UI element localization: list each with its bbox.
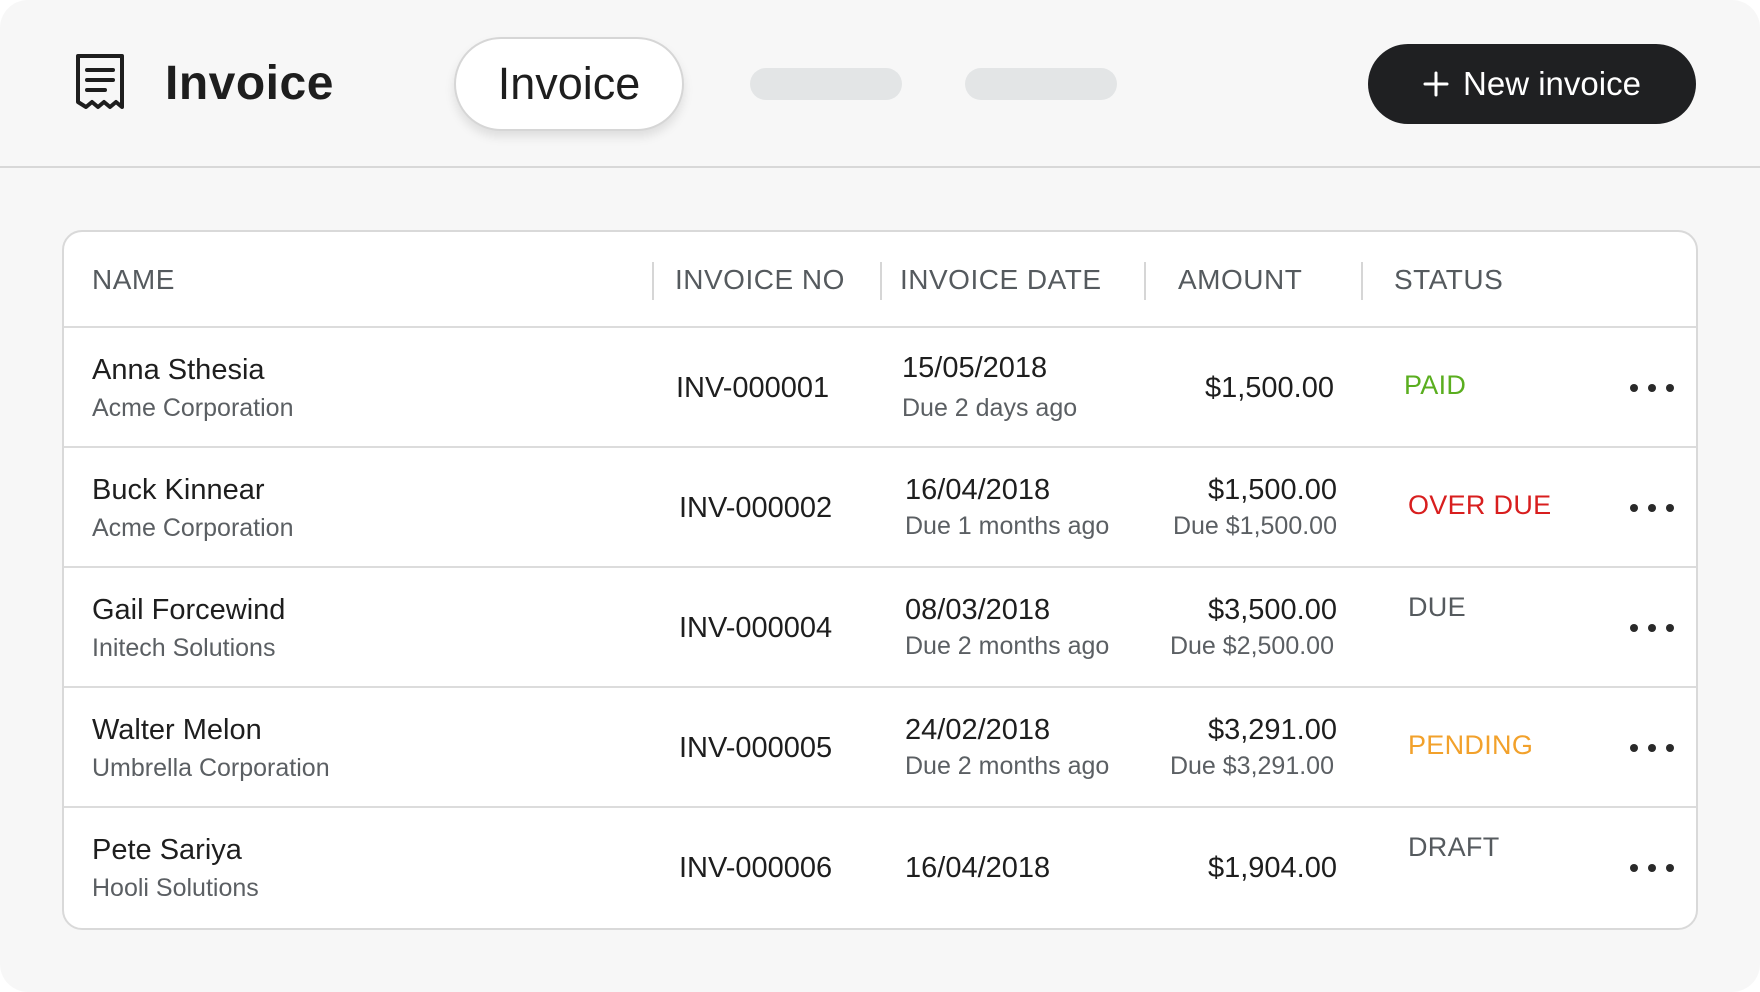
invoice-number: INV-000001	[676, 372, 830, 404]
page-title: Invoice	[165, 57, 334, 110]
row-actions-button[interactable]	[1630, 496, 1674, 520]
invoice-amount-due: Due $2,500.00	[1169, 632, 1334, 660]
customer-company: Hooli Solutions	[92, 874, 259, 902]
tab-placeholder-2[interactable]	[965, 68, 1117, 100]
invoice-number: INV-000002	[679, 492, 833, 524]
tab-invoice[interactable]: Invoice	[454, 37, 684, 131]
invoice-date: 08/03/2018	[905, 594, 1051, 626]
row-actions-button[interactable]	[1630, 856, 1674, 880]
customer-name: Anna Sthesia	[92, 354, 265, 386]
column-header-status[interactable]: STATUS	[1394, 232, 1503, 328]
invoice-date: 16/04/2018	[905, 852, 1051, 884]
invoice-amount: $1,500.00	[1204, 372, 1334, 404]
more-horizontal-icon	[1648, 624, 1656, 632]
column-divider	[652, 262, 654, 300]
invoice-date: 24/02/2018	[905, 714, 1051, 746]
invoice-amount: $1,500.00	[1207, 474, 1337, 506]
more-horizontal-icon	[1630, 744, 1638, 752]
customer-company: Umbrella Corporation	[92, 754, 330, 782]
more-horizontal-icon	[1630, 624, 1638, 632]
more-horizontal-icon	[1648, 864, 1656, 872]
more-horizontal-icon	[1630, 864, 1638, 872]
new-invoice-button[interactable]: New invoice	[1368, 44, 1696, 124]
more-horizontal-icon	[1666, 384, 1674, 392]
plus-icon	[1423, 71, 1449, 97]
column-divider	[880, 262, 882, 300]
table-row[interactable]: Gail Forcewind Initech Solutions INV-000…	[64, 568, 1696, 688]
status-badge: DRAFT	[1408, 832, 1500, 862]
invoice-amount-due: Due $1,500.00	[1172, 512, 1337, 540]
invoice-window: Invoice Invoice New invoice NAME INVOICE…	[0, 0, 1760, 992]
invoice-amount: $1,904.00	[1207, 852, 1337, 884]
table-row[interactable]: Buck Kinnear Acme Corporation INV-000002…	[64, 448, 1696, 568]
column-header-invoice-date[interactable]: INVOICE DATE	[900, 232, 1102, 328]
invoice-due-text: Due 2 days ago	[902, 394, 1078, 422]
invoice-amount: $3,291.00	[1207, 714, 1337, 746]
column-divider	[1361, 262, 1363, 300]
more-horizontal-icon	[1666, 504, 1674, 512]
table-row[interactable]: Walter Melon Umbrella Corporation INV-00…	[64, 688, 1696, 808]
more-horizontal-icon	[1666, 744, 1674, 752]
more-horizontal-icon	[1648, 744, 1656, 752]
row-actions-button[interactable]	[1630, 376, 1674, 400]
customer-name: Pete Sariya	[92, 834, 242, 866]
row-actions-button[interactable]	[1630, 616, 1674, 640]
more-horizontal-icon	[1630, 384, 1638, 392]
more-horizontal-icon	[1648, 504, 1656, 512]
customer-name: Gail Forcewind	[92, 594, 286, 626]
more-horizontal-icon	[1666, 864, 1674, 872]
table-row[interactable]: Pete Sariya Hooli Solutions INV-000006 1…	[64, 808, 1696, 928]
table-header: NAME INVOICE NO INVOICE DATE AMOUNT STAT…	[64, 232, 1696, 328]
more-horizontal-icon	[1648, 384, 1656, 392]
customer-company: Acme Corporation	[92, 514, 294, 542]
column-divider	[1144, 262, 1146, 300]
invoice-table: NAME INVOICE NO INVOICE DATE AMOUNT STAT…	[62, 230, 1698, 930]
invoice-amount: $3,500.00	[1207, 594, 1337, 626]
status-badge: PAID	[1404, 370, 1467, 400]
invoice-number: INV-000004	[679, 612, 833, 644]
row-actions-button[interactable]	[1630, 736, 1674, 760]
app-header: Invoice Invoice New invoice	[0, 0, 1760, 168]
more-horizontal-icon	[1630, 504, 1638, 512]
customer-company: Initech Solutions	[92, 634, 276, 662]
new-invoice-label: New invoice	[1463, 65, 1641, 102]
column-header-amount[interactable]: AMOUNT	[1178, 232, 1302, 328]
invoice-number: INV-000006	[679, 852, 833, 884]
status-badge: DUE	[1408, 592, 1466, 622]
receipt-icon	[76, 54, 124, 109]
more-horizontal-icon	[1666, 624, 1674, 632]
status-badge: PENDING	[1408, 730, 1534, 760]
status-badge: OVER DUE	[1408, 490, 1552, 520]
column-header-name[interactable]: NAME	[92, 232, 175, 328]
invoice-amount-due: Due $3,291.00	[1169, 752, 1334, 780]
column-header-invoice-no[interactable]: INVOICE NO	[675, 232, 845, 328]
invoice-date: 16/04/2018	[905, 474, 1051, 506]
customer-name: Buck Kinnear	[92, 474, 265, 506]
table-row[interactable]: Anna Sthesia Acme Corporation INV-000001…	[64, 328, 1696, 448]
invoice-number: INV-000005	[679, 732, 833, 764]
invoice-date: 15/05/2018	[902, 352, 1048, 384]
tab-placeholder-1[interactable]	[750, 68, 902, 100]
customer-name: Walter Melon	[92, 714, 262, 746]
customer-company: Acme Corporation	[92, 394, 294, 422]
